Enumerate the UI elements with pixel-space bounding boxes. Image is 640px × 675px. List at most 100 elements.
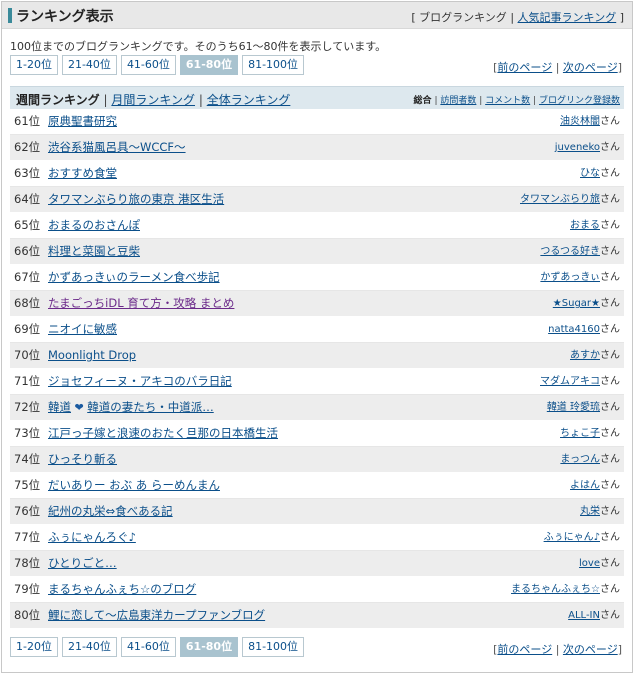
author-link[interactable]: 韓道 玲愛琉 xyxy=(547,402,600,413)
ranking-row: 64位 タワマンぶらり旅の東京 港区生活 タワマンぶらり旅さん xyxy=(10,187,624,213)
author-link[interactable]: よはん xyxy=(570,480,600,491)
author-link[interactable]: juveneko xyxy=(555,142,600,153)
blog-title-link[interactable]: タワマンぶらり旅の東京 港区生活 xyxy=(48,192,224,206)
blog-title-link[interactable]: おすすめ食堂 xyxy=(48,166,117,180)
ranking-row: 67位 かずあっきぃのラーメン食べ歩記 かずあっきぃさん xyxy=(10,265,624,291)
ranking-row: 80位 鯉に恋して～広島東洋カープファンブログ ALL-INさん xyxy=(10,603,624,629)
page-nav-top: [前のページ | 次のページ] xyxy=(493,61,622,74)
rank-number: 66位 xyxy=(14,244,41,258)
page-button-1-20-bottom[interactable]: 1-20位 xyxy=(10,637,58,657)
sort-backlinks[interactable]: ブログリンク登録数 xyxy=(539,96,620,106)
blog-ranking-link[interactable]: ブログランキング xyxy=(419,11,507,24)
page-button-81-100[interactable]: 81-100位 xyxy=(242,55,305,75)
author-link[interactable]: おまる xyxy=(570,220,600,231)
prev-page-link-bottom[interactable]: 前のページ xyxy=(497,643,552,656)
next-page-link-bottom[interactable]: 次のページ xyxy=(563,643,618,656)
page-button-61-80-bottom[interactable]: 61-80位 xyxy=(179,637,239,657)
blog-title-link[interactable]: 料理と菜園と豆柴 xyxy=(48,244,140,258)
author-link[interactable]: まるちゃんふぇち☆ xyxy=(511,584,600,595)
rank-number: 68位 xyxy=(14,296,41,310)
ranking-row: 77位 ふぅにゃんろぐ♪ ふぅにゃん♪さん xyxy=(10,525,624,551)
period-tabs: 週間ランキング | 月間ランキング | 全体ランキング xyxy=(16,93,291,107)
ranking-row: 76位 紀州の丸栄⇔食べある記 丸栄さん xyxy=(10,499,624,525)
blog-title-link[interactable]: たまごっちiDL 育て方・攻略 まとめ xyxy=(48,296,234,310)
honorific-suffix: さん xyxy=(600,350,620,361)
blog-title-cell: 江戸っ子嫁と浪速のおたく旦那の日本橋生活 xyxy=(48,421,624,446)
author-link[interactable]: ちょこ子 xyxy=(560,428,600,439)
blog-title-link[interactable]: ひとりごと… xyxy=(48,556,117,570)
author-link[interactable]: natta4160 xyxy=(548,324,600,335)
author-link[interactable]: ALL-IN xyxy=(568,610,600,621)
honorific-suffix: さん xyxy=(600,298,620,309)
honorific-suffix: さん xyxy=(600,324,620,335)
blog-title-link[interactable]: 韓道 xyxy=(48,400,71,414)
blog-title-link[interactable]: 紀州の丸栄⇔食べある記 xyxy=(48,504,173,518)
author-link[interactable]: つるつる好き xyxy=(540,246,600,257)
page-button-21-40[interactable]: 21-40位 xyxy=(61,55,117,75)
blog-title-link[interactable]: おまるのおさんぽ xyxy=(48,218,140,232)
author-link[interactable]: マダムアキコ xyxy=(540,376,600,387)
ranking-row: 72位 韓道 ❤ 韓道の妻たち・中道派… 韓道 玲愛琉さん xyxy=(10,395,624,421)
blog-title-link[interactable]: 江戸っ子嫁と浪速のおたく旦那の日本橋生活 xyxy=(48,426,278,440)
ranking-tabs-bar: 週間ランキング | 月間ランキング | 全体ランキング 総合 | 訪問者数 | … xyxy=(10,86,624,109)
author-cell: つるつる好きさん xyxy=(540,239,620,264)
blog-title-cell: 渋谷系猫風呂具～WCCF～ xyxy=(48,135,624,160)
ranking-panel: ランキング表示 [ ブログランキング | 人気記事ランキング ] 100位までの… xyxy=(1,1,633,673)
blog-title-link-part2[interactable]: 韓道の妻たち・中道派… xyxy=(87,400,214,414)
sort-options: 総合 | 訪問者数 | コメント数 | ブログリンク登録数 xyxy=(413,96,620,106)
blog-title-link[interactable]: かずあっきぃのラーメン食べ歩記 xyxy=(48,270,220,284)
blog-title-link[interactable]: ジョセフィーヌ・アキコのバラ日記 xyxy=(48,374,232,388)
author-link[interactable]: ★Sugar★ xyxy=(553,298,600,309)
author-link[interactable]: かずあっきぃ xyxy=(540,272,600,283)
blog-title-link[interactable]: Moonlight Drop xyxy=(48,348,136,362)
author-link[interactable]: まっつん xyxy=(560,454,600,465)
popular-articles-link[interactable]: 人気記事ランキング xyxy=(518,11,617,24)
blog-title-link[interactable]: ふぅにゃんろぐ♪ xyxy=(48,530,136,544)
author-link[interactable]: タワマンぶらり旅 xyxy=(520,194,600,205)
tab-monthly[interactable]: 月間ランキング xyxy=(111,93,195,107)
author-link[interactable]: ふぅにゃん♪ xyxy=(544,532,600,543)
page-button-1-20[interactable]: 1-20位 xyxy=(10,55,58,75)
page-button-41-60[interactable]: 41-60位 xyxy=(120,55,176,75)
rank-number: 62位 xyxy=(14,140,41,154)
blog-title-link[interactable]: ひっそり斬る xyxy=(48,452,117,466)
honorific-suffix: さん xyxy=(600,480,620,491)
author-link[interactable]: love xyxy=(579,558,600,569)
sort-total[interactable]: 総合 xyxy=(414,96,432,106)
prev-page-link[interactable]: 前のページ xyxy=(497,61,552,74)
bracket-open: [ xyxy=(411,11,416,24)
blog-title-link[interactable]: まるちゃんふぇち☆のブログ xyxy=(48,582,196,596)
author-link[interactable]: 油炎林闇 xyxy=(560,116,600,127)
blog-title-cell: おまるのおさんぽ xyxy=(48,213,624,238)
rank-number: 67位 xyxy=(14,270,41,284)
page-button-41-60-bottom[interactable]: 41-60位 xyxy=(120,637,176,657)
blog-title-link[interactable]: 渋谷系猫風呂具～WCCF～ xyxy=(48,140,186,154)
sort-comments[interactable]: コメント数 xyxy=(485,96,530,106)
ranking-row: 71位 ジョセフィーヌ・アキコのバラ日記 マダムアキコさん xyxy=(10,369,624,395)
ranking-row: 62位 渋谷系猫風呂具～WCCF～ juvenekoさん xyxy=(10,135,624,161)
ranking-row: 73位 江戸っ子嫁と浪速のおたく旦那の日本橋生活 ちょこ子さん xyxy=(10,421,624,447)
next-page-link[interactable]: 次のページ xyxy=(563,61,618,74)
blog-title-link[interactable]: ニオイに敏感 xyxy=(48,322,117,336)
ranking-row: 65位 おまるのおさんぽ おまるさん xyxy=(10,213,624,239)
tab-weekly[interactable]: 週間ランキング xyxy=(16,93,100,107)
author-link[interactable]: 丸栄 xyxy=(580,506,600,517)
rank-number: 78位 xyxy=(14,556,41,570)
author-cell: 韓道 玲愛琉さん xyxy=(547,395,620,420)
sort-visitors[interactable]: 訪問者数 xyxy=(440,96,476,106)
page-button-21-40-bottom[interactable]: 21-40位 xyxy=(61,637,117,657)
author-link[interactable]: あすか xyxy=(570,350,600,361)
blog-title-link[interactable]: 原典聖書研究 xyxy=(48,114,117,128)
author-cell: juvenekoさん xyxy=(555,135,620,160)
header-links: [ ブログランキング | 人気記事ランキング ] xyxy=(411,9,624,25)
blog-title-link[interactable]: だいありー おぶ あ らーめんまん xyxy=(48,478,220,492)
page-button-81-100-bottom[interactable]: 81-100位 xyxy=(242,637,305,657)
rank-number: 61位 xyxy=(14,114,41,128)
page-button-61-80[interactable]: 61-80位 xyxy=(179,55,239,75)
ranking-row: 70位 Moonlight Drop あすかさん xyxy=(10,343,624,369)
blog-title-link[interactable]: 鯉に恋して～広島東洋カープファンブログ xyxy=(48,608,265,622)
author-cell: ふぅにゃん♪さん xyxy=(544,525,620,550)
author-link[interactable]: ひな xyxy=(580,168,600,179)
honorific-suffix: さん xyxy=(600,532,620,543)
tab-overall[interactable]: 全体ランキング xyxy=(207,93,291,107)
